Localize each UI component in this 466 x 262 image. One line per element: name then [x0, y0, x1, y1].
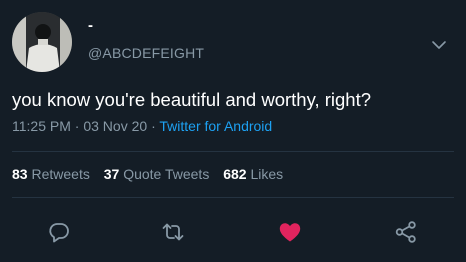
- meta-separator: ·: [151, 118, 156, 134]
- tweet-card: - @ABCDEFEIGHT you know you're beautiful…: [0, 0, 466, 262]
- retweet-icon[interactable]: [161, 220, 185, 244]
- likes-stat[interactable]: 682 Likes: [223, 166, 283, 182]
- tweet-time[interactable]: 11:25 PM: [12, 118, 71, 134]
- quote-tweets-stat[interactable]: 37 Quote Tweets: [104, 166, 210, 182]
- avatar[interactable]: [12, 12, 72, 72]
- user-handle[interactable]: @ABCDEFEIGHT: [88, 45, 204, 61]
- retweets-label: Retweets: [31, 166, 90, 182]
- tweet-meta: 11:25 PM · 03 Nov 20 · Twitter for Andro…: [12, 117, 272, 135]
- divider: [12, 151, 454, 152]
- quote-tweets-count: 37: [103, 166, 120, 182]
- retweets-stat[interactable]: 83 Retweets: [12, 166, 90, 182]
- tweet-source-link[interactable]: Twitter for Android: [159, 118, 272, 134]
- tweet-date[interactable]: 03 Nov 20: [83, 118, 147, 134]
- likes-label: Likes: [250, 166, 284, 182]
- avatar-photo: [12, 12, 72, 72]
- tweet-text: you know you're beautiful and worthy, ri…: [12, 89, 372, 110]
- reply-icon[interactable]: [47, 220, 71, 244]
- quote-tweets-label: Quote Tweets: [123, 166, 210, 182]
- retweets-count: 83: [12, 166, 28, 182]
- share-icon[interactable]: [394, 220, 418, 244]
- meta-separator: ·: [74, 118, 80, 134]
- display-name[interactable]: -: [88, 18, 93, 34]
- heart-icon[interactable]: [278, 220, 302, 244]
- chevron-down-icon[interactable]: [430, 38, 448, 52]
- tweet-stats: 83 Retweets 37 Quote Tweets 682 Likes: [12, 165, 293, 183]
- divider: [12, 197, 454, 198]
- likes-count: 682: [223, 166, 247, 182]
